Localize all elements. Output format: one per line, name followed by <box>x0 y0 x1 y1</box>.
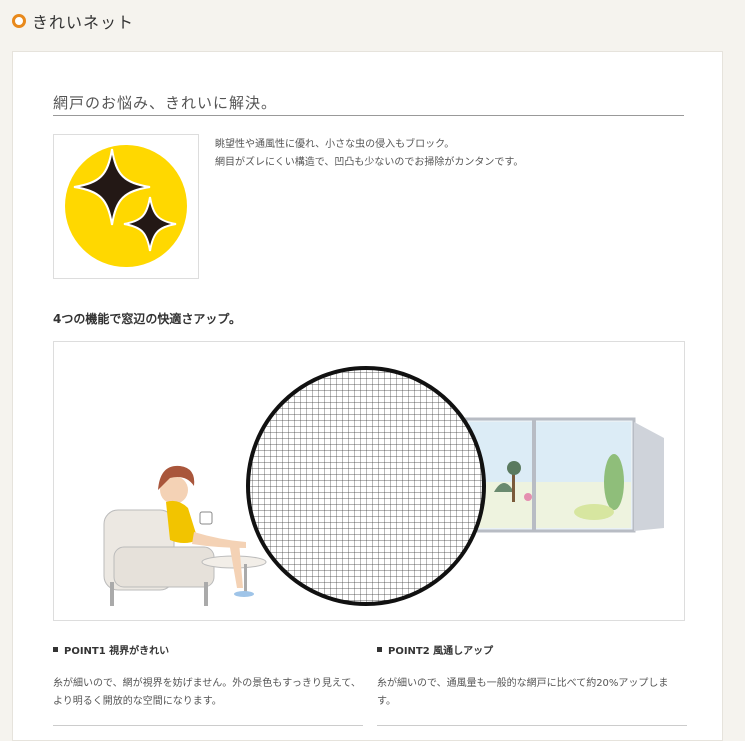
page-header: きれいネット <box>0 0 745 42</box>
point-title: POINT1 視界がきれい <box>53 642 363 657</box>
intro-text: 眺望性や通風性に優れ、小さな虫の侵入もブロック。 網目がズレにくい構造で、凹凸も… <box>215 136 655 172</box>
feature-point-2: POINT2 風通しアップ 糸が細いので、通風量も一般的な網戸に比べて約20%ア… <box>377 642 687 726</box>
divider <box>377 725 687 726</box>
point-title-text: POINT1 視界がきれい <box>64 646 170 657</box>
woman-in-chair-icon <box>103 465 267 606</box>
window-icon <box>464 417 664 533</box>
illustration-svg <box>103 366 664 606</box>
point-text: 糸が細いので、通風量も一般的な網戸に比べて約20%アップします。 <box>377 678 669 707</box>
product-logo <box>53 134 199 279</box>
intro-line: 眺望性や通風性に優れ、小さな虫の侵入もブロック。 <box>215 139 455 150</box>
mesh-magnifier-icon <box>246 366 486 606</box>
square-bullet-icon <box>53 647 58 652</box>
point-title: POINT2 風通しアップ <box>377 642 687 657</box>
section-title: 網戸のお悩み、きれいに解決。 <box>53 92 684 116</box>
feature-illustration <box>53 341 685 621</box>
ring-icon <box>12 14 26 28</box>
features-heading: 4つの機能で窓辺の快適さアップ。 <box>53 312 241 326</box>
sparkle-logo-icon <box>65 145 187 267</box>
page-title: きれいネット <box>32 13 135 32</box>
feature-point-1: POINT1 視界がきれい 糸が細いので、網が視界を妨げません。外の景色もすっき… <box>53 642 363 726</box>
point-title-text: POINT2 風通しアップ <box>388 646 494 657</box>
intro-line: 網目がズレにくい構造で、凹凸も少ないのでお掃除がカンタンです。 <box>215 157 524 168</box>
square-bullet-icon <box>377 647 382 652</box>
point-text: 糸が細いので、網が視界を妨げません。外の景色もすっきり見えて、より明るく開放的な… <box>53 678 361 707</box>
divider <box>53 725 363 726</box>
content-panel: 網戸のお悩み、きれいに解決。 眺望性や通風性に優れ、小さな虫の侵入もブロック。 … <box>12 51 723 741</box>
